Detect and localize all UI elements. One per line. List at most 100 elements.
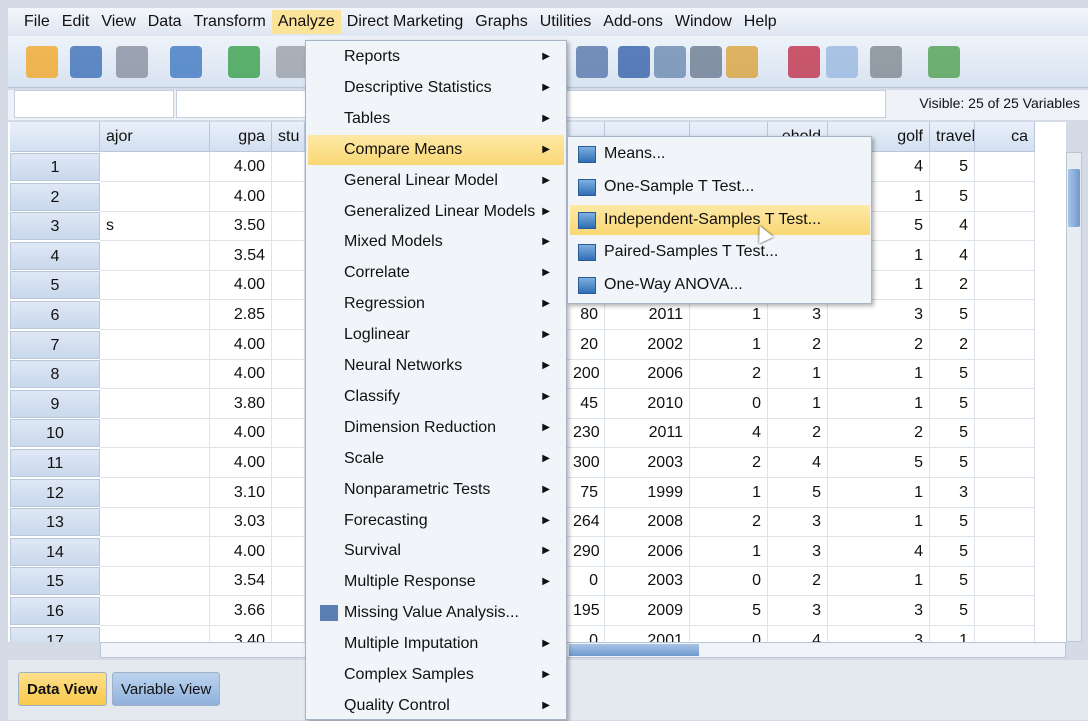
table-cell[interactable] [975,181,1035,212]
table-cell[interactable]: 1 [828,359,930,390]
table-cell[interactable] [272,596,305,626]
table-cell[interactable] [975,477,1035,508]
table-cell[interactable]: 4.00 [210,152,272,182]
table-cell[interactable] [272,507,305,538]
table-cell[interactable]: 4.00 [210,270,272,301]
table-cell[interactable] [100,388,210,419]
table-cell[interactable] [272,240,305,271]
submenu-item-paired-samples-t-test[interactable]: Paired-Samples T Test... [570,237,870,267]
save-icon[interactable] [70,46,102,78]
table-cell[interactable]: 2010 [605,388,690,419]
print-icon[interactable] [116,46,148,78]
column-header[interactable]: gpa [210,122,272,152]
table-cell[interactable]: 3 [768,596,828,626]
table-cell[interactable] [100,536,210,567]
table-cell[interactable]: 2002 [605,329,690,360]
table-cell[interactable]: 1 [690,300,768,330]
menu-item-regression[interactable]: Regression ▶ [308,289,564,319]
table-cell[interactable]: 2.85 [210,300,272,330]
table-cell[interactable] [272,625,305,642]
submenu-item-independent-samples-t-test[interactable]: Independent-Samples T Test... [570,204,870,235]
weight-cases-icon[interactable] [690,46,722,78]
variables-icon[interactable] [618,46,650,78]
table-cell[interactable]: 2011 [605,418,690,449]
table-cell[interactable]: s [100,211,210,242]
table-cell[interactable] [272,566,305,597]
table-cell[interactable]: 3 [768,536,828,567]
table-cell[interactable]: 2008 [605,507,690,538]
table-cell[interactable] [100,300,210,330]
menu-view[interactable]: View [95,10,141,34]
table-cell[interactable] [100,418,210,449]
submenu-item-one-way-anova[interactable]: One-Way ANOVA... [570,270,870,300]
table-cell[interactable]: 5 [768,477,828,508]
value-labels-icon[interactable] [726,46,758,78]
table-cell[interactable]: 5 [930,152,975,182]
table-cell[interactable] [272,329,305,360]
menu-item-general-linear-model[interactable]: General Linear Model ▶ [308,166,564,196]
table-cell[interactable]: 4 [768,448,828,478]
table-cell[interactable]: 4.00 [210,181,272,212]
table-cell[interactable] [100,270,210,301]
table-cell[interactable] [272,448,305,478]
table-cell[interactable]: 4.00 [210,359,272,390]
goto-case-icon[interactable] [576,46,608,78]
table-cell[interactable] [975,596,1035,626]
submenu-item-means[interactable]: Means... [570,139,870,169]
table-cell[interactable]: 300 [567,448,605,478]
table-cell[interactable]: 2 [768,329,828,360]
table-cell[interactable] [975,566,1035,597]
dialog-recall-icon[interactable] [170,46,202,78]
row-number[interactable]: 5 [10,271,100,300]
vertical-scrollbar[interactable] [1066,152,1082,642]
table-cell[interactable]: 3.66 [210,596,272,626]
menu-item-survival[interactable]: Survival ▶ [308,536,564,566]
table-cell[interactable]: 45 [567,388,605,419]
table-cell[interactable]: 3 [768,507,828,538]
table-cell[interactable]: 3.03 [210,507,272,538]
table-cell[interactable]: 2 [828,329,930,360]
menu-item-quality-control[interactable]: Quality Control ▶ [308,691,564,721]
table-cell[interactable] [975,240,1035,271]
table-cell[interactable]: 4 [768,625,828,642]
use-sets-icon[interactable] [788,46,820,78]
table-cell[interactable]: 0 [567,625,605,642]
table-cell[interactable]: 3 [828,596,930,626]
table-cell[interactable]: 4.00 [210,448,272,478]
table-cell[interactable]: 3.54 [210,566,272,597]
menu-item-neural-networks[interactable]: Neural Networks ▶ [308,351,564,381]
menu-item-multiple-imputation[interactable]: Multiple Imputation ▶ [308,629,564,659]
table-cell[interactable]: 5 [930,596,975,626]
table-cell[interactable]: 2 [768,566,828,597]
table-cell[interactable] [100,566,210,597]
table-cell[interactable]: 1 [930,625,975,642]
table-cell[interactable] [100,507,210,538]
row-number[interactable]: 12 [10,478,100,507]
table-cell[interactable]: 195 [567,596,605,626]
table-cell[interactable]: 1999 [605,477,690,508]
menu-item-reports[interactable]: Reports ▶ [308,42,564,72]
row-number[interactable]: 2 [10,182,100,211]
table-cell[interactable]: 2 [690,507,768,538]
menu-item-descriptive-statistics[interactable]: Descriptive Statistics ▶ [308,73,564,103]
menu-item-scale[interactable]: Scale ▶ [308,444,564,474]
table-cell[interactable] [272,152,305,182]
row-number[interactable]: 13 [10,508,100,537]
row-number[interactable]: 6 [10,301,100,329]
table-cell[interactable]: 3.10 [210,477,272,508]
row-number[interactable]: 11 [10,449,100,477]
table-cell[interactable]: 3 [828,300,930,330]
menu-item-correlate[interactable]: Correlate ▶ [308,258,564,288]
table-cell[interactable] [272,388,305,419]
table-cell[interactable]: 2 [768,418,828,449]
horizontal-scroll-thumb[interactable] [569,644,699,656]
table-cell[interactable]: 5 [828,448,930,478]
table-cell[interactable] [975,270,1035,301]
table-cell[interactable]: 1 [768,388,828,419]
table-cell[interactable]: 0 [567,566,605,597]
table-cell[interactable] [272,181,305,212]
table-cell[interactable]: 3 [930,477,975,508]
table-cell[interactable]: 0 [690,625,768,642]
column-header[interactable]: stu [272,122,305,152]
menu-item-nonparametric-tests[interactable]: Nonparametric Tests ▶ [308,475,564,505]
